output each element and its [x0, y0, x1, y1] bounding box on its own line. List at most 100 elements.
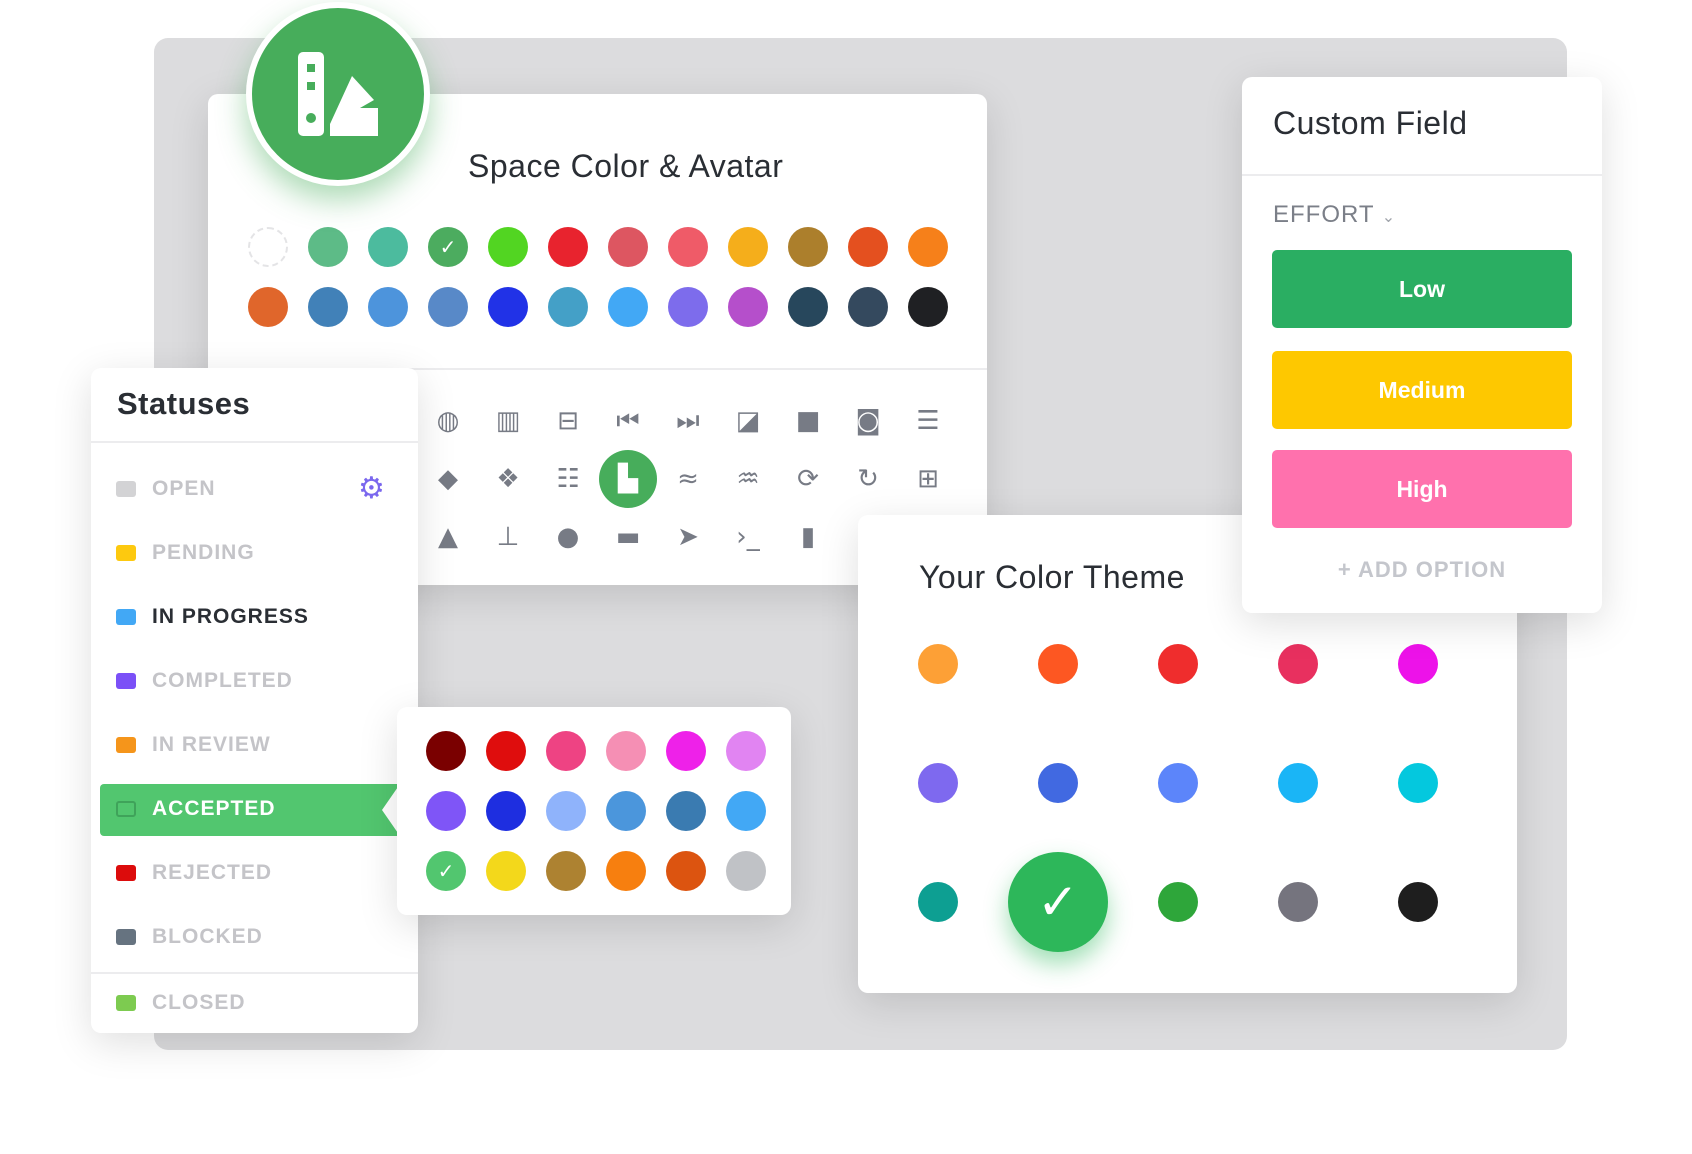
color-swatch[interactable] — [248, 227, 288, 267]
color-swatch[interactable] — [308, 227, 348, 267]
color-swatch[interactable] — [726, 791, 766, 831]
tags-icon[interactable]: ❖ — [488, 459, 528, 499]
status-color-square — [116, 737, 136, 753]
color-swatch[interactable] — [606, 851, 646, 891]
color-swatch[interactable] — [548, 227, 588, 267]
theme-color-swatch[interactable] — [1278, 644, 1318, 684]
color-swatch[interactable]: ✓ — [428, 227, 468, 267]
color-swatch[interactable] — [668, 287, 708, 327]
status-item-blocked[interactable]: BLOCKED — [91, 917, 418, 957]
status-color-square — [116, 801, 136, 817]
color-swatch[interactable] — [726, 851, 766, 891]
color-swatch[interactable] — [728, 227, 768, 267]
refresh-icon[interactable]: ⟳ — [788, 459, 828, 499]
color-swatch[interactable] — [488, 287, 528, 327]
status-item-accepted[interactable]: ACCEPTED — [91, 789, 418, 829]
pool-icon[interactable]: ♒ — [728, 459, 768, 499]
color-swatch[interactable] — [488, 227, 528, 267]
theme-color-swatch[interactable] — [1038, 763, 1078, 803]
theme-color-swatch[interactable] — [1398, 882, 1438, 922]
paper-plane-icon[interactable]: ➤ — [668, 517, 708, 557]
car-icon[interactable]: ▬ — [608, 517, 648, 557]
color-swatch[interactable] — [428, 287, 468, 327]
color-swatch[interactable] — [546, 791, 586, 831]
color-swatch[interactable] — [728, 287, 768, 327]
add-option-button[interactable]: + ADD OPTION — [1242, 557, 1602, 583]
thermometer-icon[interactable]: ▮ — [788, 517, 828, 557]
color-swatch[interactable] — [426, 791, 466, 831]
color-swatch[interactable] — [608, 287, 648, 327]
color-swatch[interactable] — [248, 287, 288, 327]
checklist-icon[interactable]: ☷ — [548, 459, 588, 499]
square-icon[interactable]: ■ — [788, 401, 828, 441]
sync-icon[interactable]: ↻ — [848, 459, 888, 499]
color-swatch[interactable] — [668, 227, 708, 267]
color-swatch[interactable]: ✓ — [426, 851, 466, 891]
table-icon[interactable]: ⊞ — [908, 459, 948, 499]
color-swatch[interactable] — [788, 227, 828, 267]
swimmer-icon[interactable]: ≈ — [668, 459, 708, 499]
color-swatch[interactable] — [908, 227, 948, 267]
drop-icon[interactable]: ● — [548, 517, 588, 557]
color-swatch[interactable] — [908, 287, 948, 327]
bars-icon[interactable]: ☰ — [908, 401, 948, 441]
option-high[interactable]: High — [1272, 450, 1572, 528]
swatch-icon[interactable]: ▙ — [599, 450, 657, 508]
theme-color-swatch[interactable] — [1278, 763, 1318, 803]
theme-color-swatch[interactable]: ✓ — [1008, 852, 1108, 952]
color-swatch[interactable] — [368, 287, 408, 327]
theme-color-swatch[interactable] — [1278, 882, 1318, 922]
color-swatch[interactable] — [726, 731, 766, 771]
luggage-icon[interactable]: ⊟ — [548, 401, 588, 441]
gear-icon[interactable]: ⚙ — [358, 471, 385, 506]
option-medium[interactable]: Medium — [1272, 351, 1572, 429]
skip-forward-icon[interactable]: ⏭ — [668, 401, 708, 441]
thumbs-up-icon[interactable]: ▲ — [428, 517, 468, 557]
color-swatch[interactable] — [308, 287, 348, 327]
color-swatch[interactable] — [368, 227, 408, 267]
color-swatch[interactable] — [788, 287, 828, 327]
color-swatch[interactable] — [546, 851, 586, 891]
briefcase-icon[interactable]: ▥ — [488, 401, 528, 441]
color-swatch[interactable] — [606, 731, 646, 771]
status-label: PENDING — [152, 541, 255, 564]
color-swatch[interactable] — [848, 227, 888, 267]
theme-color-swatch[interactable] — [918, 644, 958, 684]
theme-color-swatch[interactable] — [1038, 644, 1078, 684]
terminal-icon[interactable]: ›_ — [728, 517, 768, 557]
status-item-in-progress[interactable]: IN PROGRESS — [91, 597, 418, 637]
status-item-in-review[interactable]: IN REVIEW — [91, 725, 418, 765]
skip-back-icon[interactable]: ⏮ — [608, 401, 648, 441]
color-swatch[interactable] — [486, 731, 526, 771]
color-swatch[interactable] — [608, 227, 648, 267]
color-swatch[interactable] — [546, 731, 586, 771]
status-item-pending[interactable]: PENDING — [91, 533, 418, 573]
theme-color-swatch[interactable] — [1158, 763, 1198, 803]
theme-color-swatch[interactable] — [1158, 882, 1198, 922]
panel-title: Space Color & Avatar — [468, 148, 784, 184]
color-swatch[interactable] — [666, 791, 706, 831]
color-swatch[interactable] — [606, 791, 646, 831]
color-swatch[interactable] — [548, 287, 588, 327]
color-swatch[interactable] — [486, 791, 526, 831]
theme-color-swatch[interactable] — [1398, 763, 1438, 803]
status-item-closed[interactable]: CLOSED — [91, 983, 418, 1023]
theme-color-swatch[interactable] — [1398, 644, 1438, 684]
color-swatch[interactable] — [666, 851, 706, 891]
status-item-completed[interactable]: COMPLETED — [91, 661, 418, 701]
theme-color-swatch[interactable] — [918, 882, 958, 922]
color-swatch[interactable] — [486, 851, 526, 891]
status-item-rejected[interactable]: REJECTED — [91, 853, 418, 893]
color-swatch[interactable] — [848, 287, 888, 327]
theme-color-swatch[interactable] — [1158, 644, 1198, 684]
color-swatch[interactable] — [426, 731, 466, 771]
color-swatch[interactable] — [666, 731, 706, 771]
sticky-note-icon[interactable]: ◪ — [728, 401, 768, 441]
option-low[interactable]: Low — [1272, 250, 1572, 328]
theme-color-swatch[interactable] — [918, 763, 958, 803]
field-dropdown[interactable]: EFFORT ⌄ — [1273, 201, 1396, 229]
pushpin-icon[interactable]: ⊥ — [488, 517, 528, 557]
circle-stop-icon[interactable]: ◙ — [848, 401, 888, 441]
soccer-ball-icon[interactable]: ◍ — [428, 401, 468, 441]
tag-icon[interactable]: ◆ — [428, 459, 468, 499]
